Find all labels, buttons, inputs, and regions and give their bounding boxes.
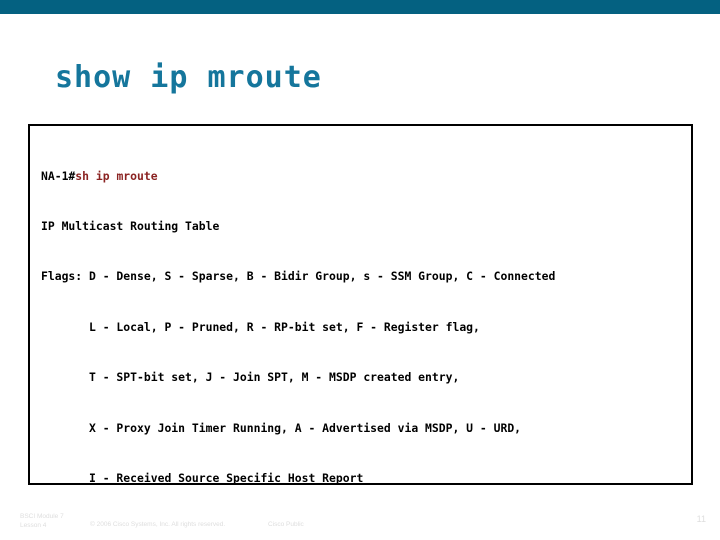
footer-page-number: 11 [696,514,706,524]
footer-classification: Cisco Public [268,521,304,528]
cli-line: IP Multicast Routing Table [41,218,220,233]
cli-line: L - Local, P - Pruned, R - RP-bit set, F… [41,319,480,334]
cli-prompt: NA-1# [41,168,76,183]
cli-prompt-line: NA-1#sh ip mroute [41,168,555,185]
cli-line: I - Received Source Specific Host Report [41,470,364,485]
page-title: show ip mroute [55,60,322,95]
cli-output-text: NA-1#sh ip mroute IP Multicast Routing T… [41,134,556,485]
slide-footer: BSCI Module 7 Lesson 4 © 2006 Cisco Syst… [0,510,720,540]
cli-line: X - Proxy Join Timer Running, A - Advert… [41,420,522,435]
cli-output-panel: NA-1#sh ip mroute IP Multicast Routing T… [28,124,693,485]
cli-line: T - SPT-bit set, J - Join SPT, M - MSDP … [41,370,460,385]
top-accent-bar [0,0,720,14]
cli-command-echo: sh ip mroute [75,168,158,183]
cli-line: Flags: D - Dense, S - Sparse, B - Bidir … [41,269,556,284]
footer-copyright: © 2006 Cisco Systems, Inc. All rights re… [90,521,226,528]
footer-module-label: BSCI Module 7 Lesson 4 [20,513,64,529]
